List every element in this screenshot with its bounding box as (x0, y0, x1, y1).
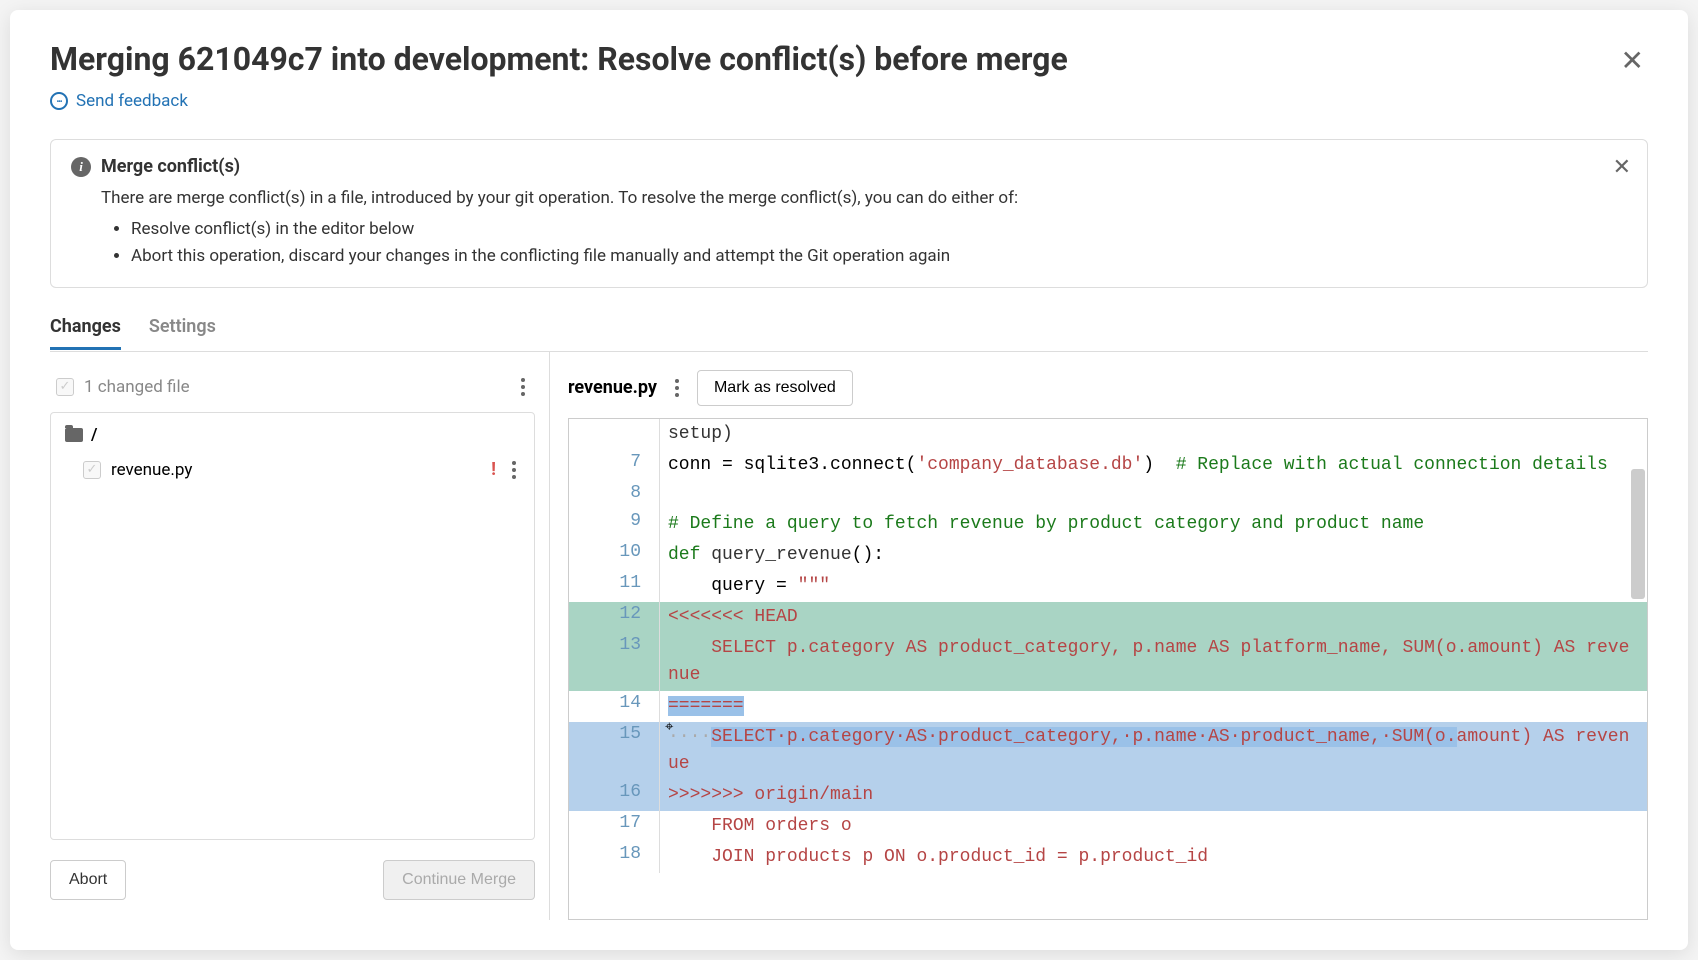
code-line[interactable]: 10def query_revenue(): (569, 540, 1647, 571)
alert-description: There are merge conflict(s) in a file, i… (101, 185, 1627, 212)
code-text[interactable]: conn = sqlite3.connect('company_database… (659, 450, 1647, 481)
sidebar-footer: Abort Continue Merge (50, 840, 535, 920)
code-line[interactable]: 12<<<<<<< HEAD (569, 602, 1647, 633)
code-line[interactable]: 16>>>>>>> origin/main (569, 780, 1647, 811)
code-text[interactable]: >>>>>>> origin/main (659, 780, 1647, 811)
tab-settings[interactable]: Settings (149, 316, 216, 350)
abort-button[interactable]: Abort (50, 860, 126, 900)
changed-files-count: 1 changed file (84, 377, 190, 397)
line-number: 10 (569, 540, 659, 571)
line-number: 18 (569, 842, 659, 873)
modal-header: Merging 621049c7 into development: Resol… (50, 40, 1648, 81)
sidebar-head: 1 changed file (50, 364, 535, 412)
main-area: 1 changed file / revenue.py ! (50, 351, 1648, 920)
alert-header: i Merge conflict(s) (71, 156, 1627, 177)
send-feedback-link[interactable]: Send feedback (50, 91, 1648, 111)
code-text[interactable] (659, 481, 1647, 509)
line-number: 13 (569, 633, 659, 691)
code-text[interactable]: ····SELECT·p.category·AS·product_categor… (659, 722, 1647, 780)
line-number (569, 419, 659, 450)
code-line[interactable]: 17 FROM orders o (569, 811, 1647, 842)
line-number: 17 (569, 811, 659, 842)
feedback-label: Send feedback (76, 91, 188, 111)
file-sidebar: 1 changed file / revenue.py ! (50, 352, 550, 920)
folder-icon (65, 428, 83, 442)
file-checkbox[interactable] (83, 461, 101, 479)
editor-kebab-menu[interactable] (671, 375, 683, 401)
tab-changes[interactable]: Changes (50, 316, 121, 350)
line-number: 7 (569, 450, 659, 481)
merge-conflict-alert: ✕ i Merge conflict(s) There are merge co… (50, 139, 1648, 288)
code-line[interactable]: 11 query = """ (569, 571, 1647, 602)
code-line[interactable]: setup) (569, 419, 1647, 450)
code-line[interactable]: 13 SELECT p.category AS product_category… (569, 633, 1647, 691)
mark-as-resolved-button[interactable]: Mark as resolved (697, 370, 853, 406)
continue-merge-button: Continue Merge (383, 860, 535, 900)
sidebar-kebab-menu[interactable] (517, 374, 529, 400)
code-line[interactable]: 14======= (569, 691, 1647, 722)
code-line[interactable]: 8 (569, 481, 1647, 509)
code-text[interactable]: <<<<<<< HEAD (659, 602, 1647, 633)
chat-icon (50, 92, 68, 110)
code-editor[interactable]: ⌖ setup)7conn = sqlite3.connect('company… (568, 418, 1648, 920)
line-number: 16 (569, 780, 659, 811)
code-text[interactable]: SELECT p.category AS product_category, p… (659, 633, 1647, 691)
line-number: 12 (569, 602, 659, 633)
conflict-indicator-icon: ! (491, 459, 496, 480)
file-tree: / revenue.py ! (50, 412, 535, 840)
info-icon: i (71, 157, 91, 177)
close-icon: ✕ (1613, 154, 1631, 179)
code-line[interactable]: 15····SELECT·p.category·AS·product_categ… (569, 722, 1647, 780)
line-number: 9 (569, 509, 659, 540)
code-line[interactable]: 7conn = sqlite3.connect('company_databas… (569, 450, 1647, 481)
root-path: / (91, 425, 97, 445)
alert-title: Merge conflict(s) (101, 156, 240, 177)
file-item-revenue-py[interactable]: revenue.py ! (51, 451, 534, 489)
modal-title: Merging 621049c7 into development: Resol… (50, 40, 1068, 78)
file-name-label: revenue.py (111, 460, 192, 480)
merge-conflict-modal: Merging 621049c7 into development: Resol… (10, 10, 1688, 950)
close-button[interactable]: ✕ (1617, 40, 1648, 81)
line-number: 8 (569, 481, 659, 509)
editor-head: revenue.py Mark as resolved (568, 364, 1648, 418)
code-line[interactable]: 18 JOIN products p ON o.product_id = p.p… (569, 842, 1647, 873)
code-text[interactable]: FROM orders o (659, 811, 1647, 842)
line-number: 15 (569, 722, 659, 780)
close-icon: ✕ (1621, 45, 1644, 76)
alert-bullet: Abort this operation, discard your chang… (131, 243, 1627, 270)
editor-scrollbar[interactable] (1631, 469, 1645, 599)
alert-bullet: Resolve conflict(s) in the editor below (131, 216, 1627, 243)
select-all-checkbox[interactable] (56, 378, 74, 396)
code-text[interactable]: # Define a query to fetch revenue by pro… (659, 509, 1647, 540)
code-text[interactable]: ======= (659, 691, 1647, 722)
code-line[interactable]: 9# Define a query to fetch revenue by pr… (569, 509, 1647, 540)
code-text[interactable]: setup) (659, 419, 1647, 450)
code-text[interactable]: def query_revenue(): (659, 540, 1647, 571)
alert-close-button[interactable]: ✕ (1613, 154, 1631, 180)
editor-filename: revenue.py (568, 377, 657, 398)
tabs: Changes Settings (50, 316, 1648, 351)
line-number: 14 (569, 691, 659, 722)
code-text[interactable]: JOIN products p ON o.product_id = p.prod… (659, 842, 1647, 873)
alert-body: There are merge conflict(s) in a file, i… (101, 185, 1627, 271)
line-number: 11 (569, 571, 659, 602)
file-kebab-menu[interactable] (508, 457, 520, 483)
code-text[interactable]: query = """ (659, 571, 1647, 602)
editor-area: revenue.py Mark as resolved ⌖ setup)7con… (550, 352, 1648, 920)
tree-root[interactable]: / (51, 419, 534, 451)
